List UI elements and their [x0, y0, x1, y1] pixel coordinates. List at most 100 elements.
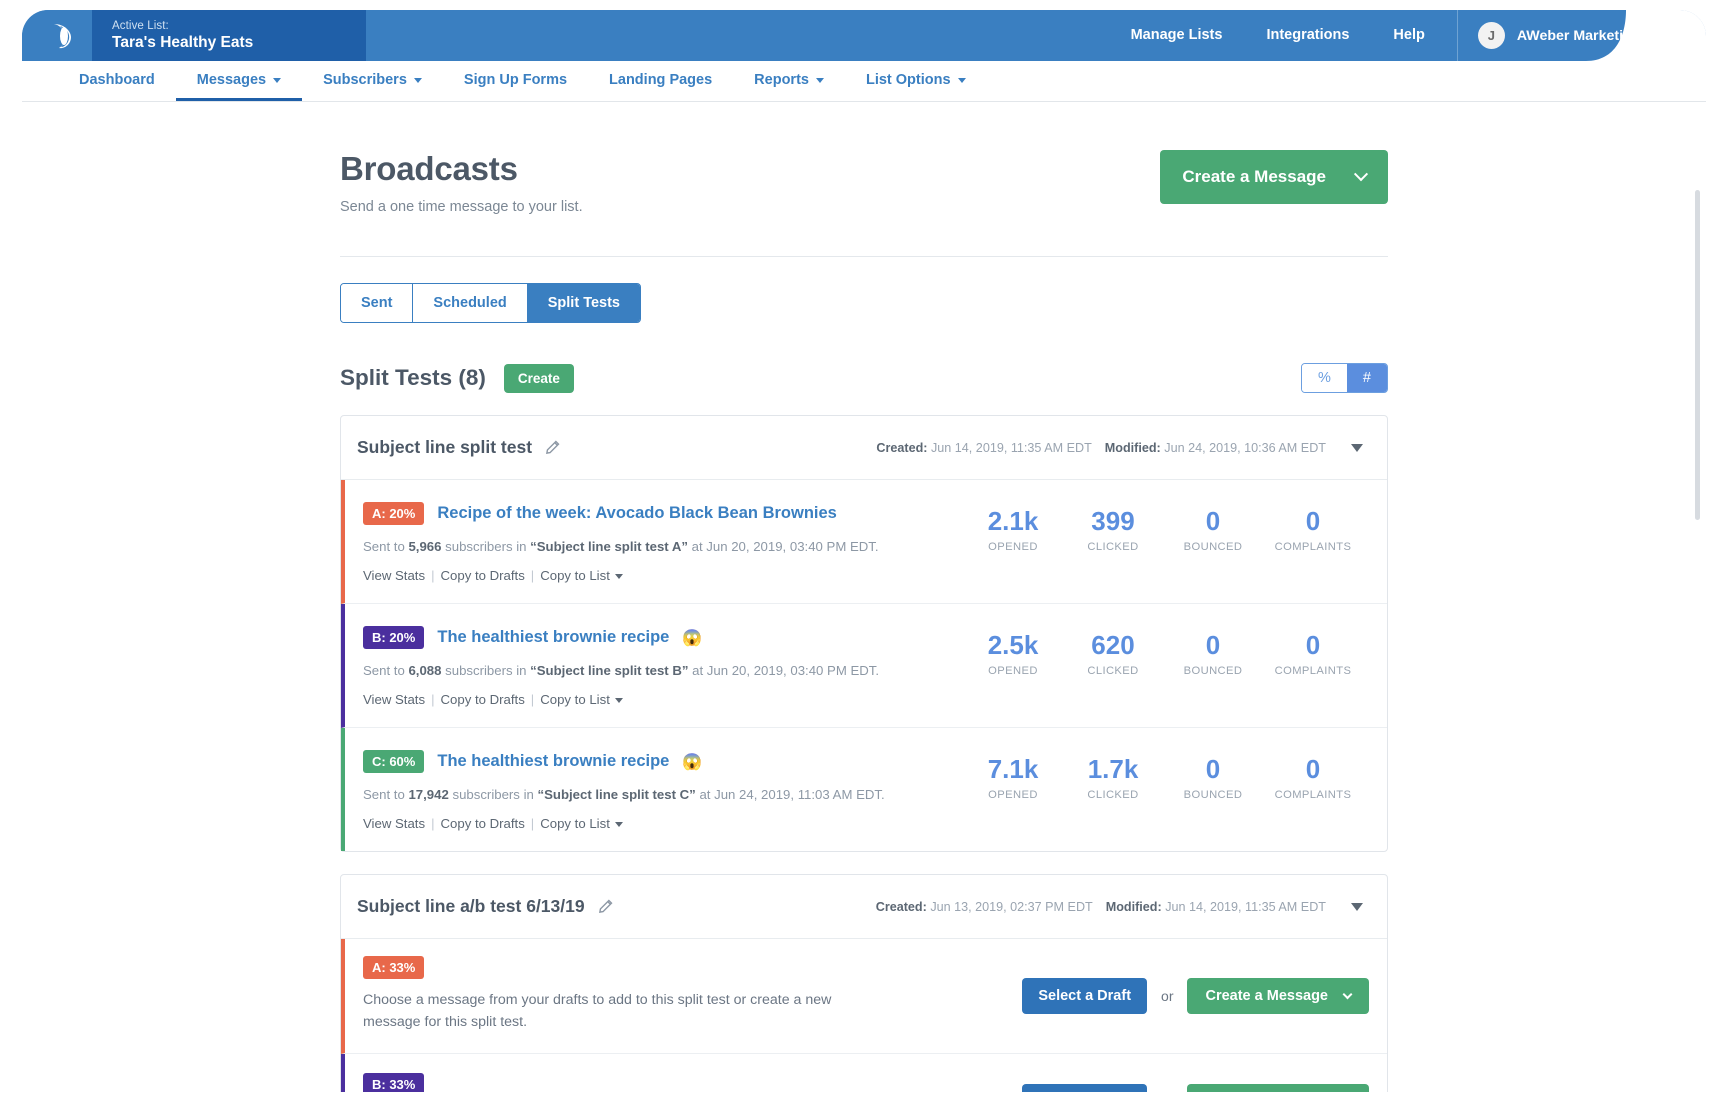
stat-opened-label: OPENED: [988, 789, 1038, 801]
topnav-help[interactable]: Help: [1371, 10, 1446, 61]
collapse-toggle-icon[interactable]: [1351, 443, 1363, 452]
stat-clicked-label: CLICKED: [1087, 789, 1139, 801]
broadcast-tabs: Sent Scheduled Split Tests: [340, 283, 641, 323]
page-subtitle: Send a one time message to your list.: [340, 199, 583, 215]
created-label: Created:: [876, 440, 928, 455]
chevron-down-icon: [957, 78, 966, 83]
stat-complaints: 0 COMPLAINTS: [1263, 754, 1363, 801]
nav-subscribers[interactable]: Subscribers: [302, 61, 443, 101]
nav-dashboard[interactable]: Dashboard: [58, 61, 176, 101]
action-separator: |: [431, 816, 435, 831]
modified-label: Modified:: [1104, 440, 1161, 455]
stat-bounced-label: BOUNCED: [1183, 665, 1243, 677]
tab-sent[interactable]: Sent: [341, 284, 414, 322]
topnav-integrations[interactable]: Integrations: [1244, 10, 1371, 61]
select-a-draft-button[interactable]: Select a Draft: [1022, 978, 1148, 1014]
copy-to-drafts-link[interactable]: Copy to Drafts: [441, 816, 525, 831]
variant-empty-details: B: 33% Choose a message from your drafts…: [363, 1072, 1022, 1092]
chevron-down-icon[interactable]: [614, 574, 623, 579]
tab-split-tests[interactable]: Split Tests: [527, 284, 640, 322]
variant-badge-wrap: B: 33%: [363, 1072, 1022, 1092]
nav-list-options[interactable]: List Options: [845, 61, 987, 101]
variant-subject-link[interactable]: The healthiest brownie recipe: [437, 752, 669, 771]
variant-subject-link[interactable]: Recipe of the week: Avocado Black Bean B…: [437, 504, 836, 523]
view-stats-link[interactable]: View Stats: [363, 568, 425, 583]
split-test-header: Subject line split test Created: Jun 14,…: [341, 416, 1387, 480]
stat-clicked: 1.7k CLICKED: [1063, 754, 1163, 801]
account-name: AWeber Marketing's C…: [1516, 27, 1680, 44]
modified-label: Modified:: [1105, 899, 1162, 914]
avatar: J: [1477, 22, 1505, 49]
nav-messages[interactable]: Messages: [175, 61, 303, 101]
topbar-links: Manage Lists Integrations Help J AWeber …: [1109, 10, 1706, 61]
copy-to-list-link[interactable]: Copy to List: [540, 692, 610, 707]
nav-sign-up-forms-label: Sign Up Forms: [463, 71, 568, 88]
stat-complaints: 0 COMPLAINTS: [1263, 506, 1363, 553]
aweber-logo-icon[interactable]: [44, 19, 78, 53]
variant-empty-actions: Select a Draft or Create a Message: [1022, 1083, 1369, 1092]
edit-pencil-icon[interactable]: [545, 440, 560, 455]
or-label: or: [1161, 988, 1174, 1004]
create-a-message-button[interactable]: Create a Message: [1187, 1083, 1369, 1092]
select-a-draft-button[interactable]: Select a Draft: [1022, 1083, 1148, 1092]
sent-at: at Jun 20, 2019, 03:40 PM EDT.: [687, 539, 879, 554]
nav-landing-pages[interactable]: Landing Pages: [588, 61, 733, 101]
create-split-test-button[interactable]: Create: [503, 363, 574, 393]
sent-test-name: “Subject line split test C”: [537, 787, 696, 802]
created-label: Created:: [875, 899, 927, 914]
header-divider: [340, 256, 1388, 257]
unit-toggle-percent[interactable]: %: [1302, 364, 1347, 392]
variant-badge: B: 33%: [363, 1072, 425, 1092]
copy-to-list-link[interactable]: Copy to List: [540, 816, 610, 831]
variant-badge: A: 33%: [363, 956, 425, 979]
page-title: Broadcasts: [340, 150, 518, 187]
view-stats-link[interactable]: View Stats: [363, 692, 425, 707]
section-header: Split Tests (8) Create % #: [340, 363, 1388, 393]
variant-row: B: 20% The healthiest brownie recipe 😱 S…: [341, 604, 1387, 728]
variant-emoji: 😱: [682, 629, 703, 647]
variant-badge: C: 60%: [363, 750, 425, 773]
create-a-message-button[interactable]: Create a Message: [1160, 150, 1388, 204]
nav-reports[interactable]: Reports: [733, 61, 845, 101]
nav-sign-up-forms[interactable]: Sign Up Forms: [443, 61, 588, 101]
edit-pencil-icon[interactable]: [598, 899, 613, 914]
variant-sent-line: Sent to 5,966 subscribers in “Subject li…: [363, 539, 963, 554]
variant-title-row: B: 20% The healthiest brownie recipe 😱: [363, 626, 963, 649]
stat-complaints-label: COMPLAINTS: [1274, 665, 1352, 677]
split-test-name: Subject line a/b test 6/13/19: [357, 896, 585, 916]
sent-count: 17,942: [408, 787, 449, 802]
chevron-down-icon: [1342, 988, 1353, 999]
sent-mid: subscribers in: [448, 787, 538, 802]
copy-to-drafts-link[interactable]: Copy to Drafts: [441, 692, 525, 707]
variant-subject-link[interactable]: The healthiest brownie recipe: [437, 628, 669, 647]
action-separator: |: [530, 692, 535, 707]
nav-dashboard-label: Dashboard: [79, 71, 155, 88]
topnav-manage-lists[interactable]: Manage Lists: [1109, 10, 1245, 61]
main-nav: Dashboard Messages Subscribers Sign Up F…: [22, 61, 1706, 102]
sent-count: 6,088: [408, 663, 442, 678]
create-a-message-button[interactable]: Create a Message: [1187, 978, 1369, 1014]
create-a-message-label: Create a Message: [1205, 988, 1328, 1004]
chevron-down-icon[interactable]: [614, 698, 623, 703]
active-list-block[interactable]: Active List: Tara's Healthy Eats: [92, 10, 366, 61]
nav-landing-pages-label: Landing Pages: [609, 71, 713, 88]
account-menu[interactable]: J AWeber Marketing's C…: [1456, 10, 1706, 61]
stat-complaints-label: COMPLAINTS: [1274, 541, 1352, 553]
chevron-down-icon: [273, 78, 282, 83]
chevron-down-icon[interactable]: [614, 822, 623, 827]
variant-details: A: 20% Recipe of the week: Avocado Black…: [363, 502, 963, 583]
split-test-name: Subject line split test: [357, 437, 533, 457]
collapse-toggle-icon[interactable]: [1351, 902, 1363, 911]
variant-actions: View Stats | Copy to Drafts | Copy to List: [363, 568, 963, 583]
view-stats-link[interactable]: View Stats: [363, 816, 425, 831]
sent-prefix: Sent to: [363, 539, 409, 554]
unit-toggle-number[interactable]: #: [1346, 364, 1387, 392]
tab-scheduled[interactable]: Scheduled: [413, 284, 528, 322]
copy-to-drafts-link[interactable]: Copy to Drafts: [441, 568, 525, 583]
copy-to-list-link[interactable]: Copy to List: [540, 568, 610, 583]
scrollbar[interactable]: [1695, 190, 1700, 520]
variant-stats: 7.1k OPENED 1.7k CLICKED 0 BOUNCED 0 COM…: [963, 750, 1363, 801]
app-window: Active List: Tara's Healthy Eats Manage …: [22, 10, 1706, 1092]
sent-prefix: Sent to: [363, 787, 409, 802]
